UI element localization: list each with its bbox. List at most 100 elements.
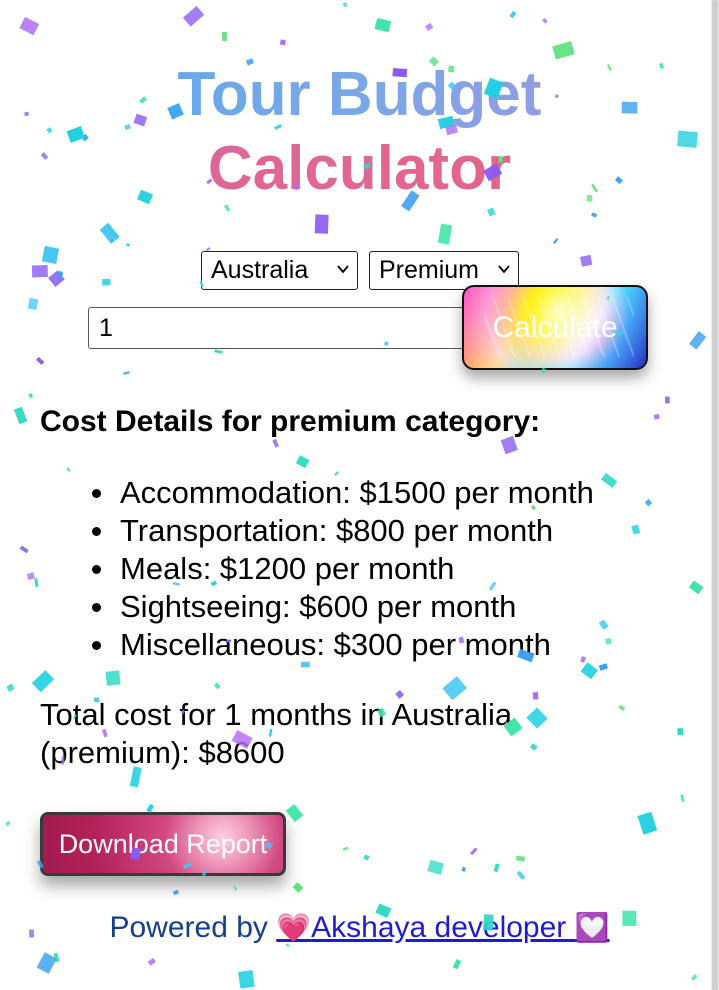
confetti-piece	[493, 863, 500, 873]
confetti-piece	[285, 803, 304, 823]
confetti-piece	[427, 859, 444, 875]
confetti-piece	[553, 237, 559, 245]
confetti-piece	[680, 794, 685, 803]
confetti-piece	[600, 472, 618, 489]
confetti-piece	[105, 670, 121, 686]
page-title: Tour Budget Calculator	[0, 58, 719, 206]
confetti-piece	[677, 728, 684, 736]
confetti-piece	[233, 885, 238, 891]
confetti-piece	[644, 498, 653, 507]
confetti-piece	[182, 5, 205, 27]
confetti-piece	[688, 580, 704, 595]
confetti-piece	[552, 41, 575, 60]
confetti-piece	[147, 957, 157, 966]
confetti-piece	[598, 663, 608, 671]
confetti-piece	[580, 662, 598, 680]
confetti-piece	[13, 406, 28, 425]
confetti-piece	[515, 855, 526, 862]
confetti-piece	[36, 952, 57, 974]
list-item: Sightseeing: $600 per month	[40, 588, 594, 626]
confetti-piece	[36, 356, 45, 366]
confetti-piece	[580, 254, 593, 267]
confetti-piece	[604, 637, 612, 645]
confetti-piece	[31, 670, 55, 693]
confetti-piece	[452, 959, 462, 970]
confetti-piece	[28, 392, 34, 399]
country-select-value: Australia	[211, 256, 309, 284]
category-select-value: Premium	[379, 256, 480, 284]
scrollbar[interactable]	[711, 0, 719, 990]
confetti-piece	[102, 278, 111, 286]
chevron-down-icon	[337, 265, 349, 274]
confetti-piece	[591, 212, 598, 218]
confetti-piece	[688, 331, 707, 350]
list-item: Meals: $1200 per month	[40, 550, 594, 588]
total-cost-line-1: Total cost for 1 months in Australia	[40, 697, 513, 732]
confetti-piece	[631, 524, 641, 535]
confetti-piece	[516, 870, 526, 880]
confetti-piece	[437, 223, 453, 245]
pink-heart-icon: 💗	[276, 912, 312, 943]
confetti-piece	[172, 889, 179, 896]
confetti-piece	[34, 578, 39, 588]
download-report-button[interactable]: Download Report	[40, 812, 286, 876]
confetti-piece	[425, 22, 434, 31]
confetti-piece	[238, 969, 255, 989]
title-line-1: Tour Budget	[0, 58, 719, 132]
confetti-piece	[314, 214, 329, 234]
list-item: Miscellaneous: $300 per month	[40, 626, 594, 664]
confetti-piece	[279, 39, 286, 46]
confetti-piece	[66, 467, 71, 472]
confetti-piece	[6, 683, 15, 692]
months-input-value: 1	[99, 314, 113, 342]
confetti-piece	[598, 619, 609, 630]
confetti-piece	[295, 455, 310, 469]
confetti-piece	[461, 866, 467, 872]
calculate-button-label: Calculate	[492, 311, 618, 344]
calculate-button[interactable]: Calculate	[462, 285, 648, 370]
confetti-piece	[469, 847, 478, 856]
confetti-piece	[26, 572, 35, 581]
months-input[interactable]: 1	[88, 307, 468, 349]
chevron-down-icon	[498, 265, 510, 274]
confetti-piece	[487, 207, 496, 217]
footer: Powered by 💗Akshaya developer 💟	[0, 908, 719, 948]
list-item: Transportation: $800 per month	[40, 512, 594, 550]
heart-decoration-icon: 💟	[574, 912, 610, 943]
confetti-piece	[41, 245, 60, 265]
confetti-piece	[213, 682, 221, 690]
country-select[interactable]: Australia	[201, 251, 358, 290]
total-cost-text: Total cost for 1 months in Australia (pr…	[40, 696, 640, 772]
confetti-piece	[214, 349, 223, 354]
footer-prefix: Powered by	[109, 911, 277, 944]
developer-link-text: Akshaya developer	[311, 911, 575, 944]
confetti-piece	[53, 952, 60, 963]
confetti-piece	[222, 32, 227, 41]
confetti-piece	[292, 882, 304, 893]
confetti-piece	[55, 270, 64, 280]
confetti-piece	[27, 297, 39, 311]
confetti-piece	[664, 396, 670, 404]
confetti-piece	[19, 545, 29, 554]
cost-details-heading: Cost Details for premium category:	[40, 405, 541, 438]
scrollbar-thumb[interactable]	[712, 0, 718, 990]
confetti-piece	[363, 854, 370, 861]
confetti-piece	[541, 17, 548, 24]
confetti-piece	[653, 413, 660, 420]
confetti-piece	[48, 270, 65, 287]
developer-link[interactable]: 💗Akshaya developer 💟	[276, 911, 609, 944]
confetti-piece	[637, 811, 658, 835]
confetti-piece	[690, 974, 698, 981]
confetti-piece	[123, 371, 130, 375]
list-item: Accommodation: $1500 per month	[40, 474, 594, 512]
confetti-piece	[125, 243, 130, 247]
confetti-piece	[4, 820, 11, 827]
title-line-2: Calculator	[0, 132, 719, 206]
confetti-piece	[99, 222, 120, 244]
confetti-piece	[374, 17, 392, 33]
cost-details-list: Accommodation: $1500 per month Transport…	[40, 474, 594, 664]
total-cost-line-2: (premium): $8600	[40, 735, 285, 770]
confetti-piece	[509, 10, 517, 19]
confetti-piece	[31, 264, 48, 278]
confetti-piece	[342, 846, 349, 851]
